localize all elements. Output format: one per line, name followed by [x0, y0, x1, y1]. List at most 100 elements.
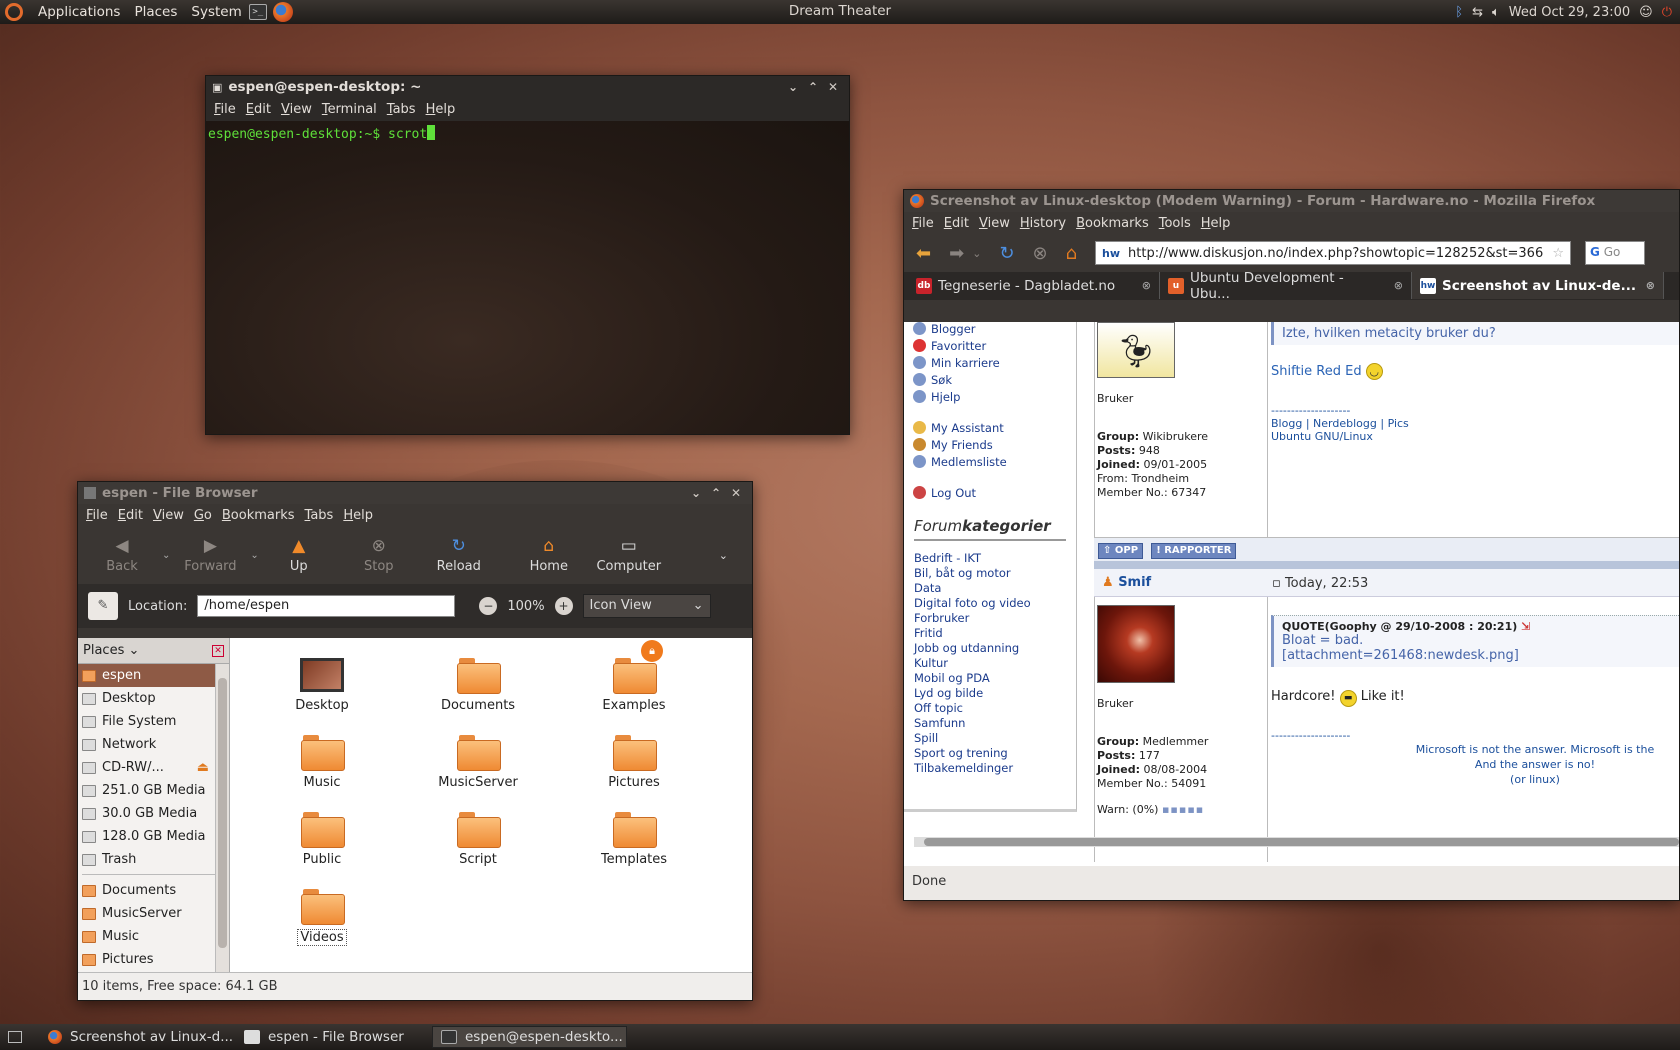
menu-edit[interactable]: Edit — [113, 508, 148, 523]
report-button[interactable]: ! RAPPORTER — [1151, 543, 1237, 559]
link-log-out[interactable]: Log Out — [904, 484, 1076, 501]
sig-link-pics[interactable]: Pics — [1388, 417, 1409, 430]
link-medlemsliste[interactable]: Medlemsliste — [904, 453, 1076, 470]
places-menu[interactable]: Places — [127, 4, 184, 20]
back-button[interactable]: ◀ Back — [82, 536, 162, 574]
firefox-launcher-icon[interactable] — [272, 2, 293, 22]
bookmark-music[interactable]: Music — [78, 925, 229, 948]
system-menu[interactable]: System — [184, 4, 248, 20]
sidebar-item-espen[interactable]: espen — [78, 664, 229, 687]
sig-link-blogg[interactable]: Blogg — [1271, 417, 1302, 430]
up-button[interactable]: ▲ Up — [259, 536, 339, 574]
close-tab-icon[interactable]: ⊗ — [1394, 279, 1403, 292]
close-sidebar-icon[interactable]: ✕ — [212, 644, 224, 657]
menu-help[interactable]: Help — [338, 508, 378, 523]
menu-view[interactable]: View — [276, 102, 317, 117]
menu-bookmarks[interactable]: Bookmarks — [1071, 216, 1154, 231]
menu-go[interactable]: Go — [189, 508, 217, 523]
bookmark-pictures[interactable]: Pictures — [78, 948, 229, 971]
bookmark-musicserver[interactable]: MusicServer — [78, 902, 229, 925]
link-sok[interactable]: Søk — [904, 371, 1076, 388]
category-link[interactable]: Tilbakemeldinger — [904, 761, 1076, 776]
category-link[interactable]: Sport og trening — [904, 746, 1076, 761]
file-item-script[interactable]: Script — [400, 812, 556, 889]
close-icon[interactable]: ✕ — [823, 80, 843, 94]
file-item-examples[interactable]: 🔒︎ Examples — [556, 640, 712, 735]
file-item-desktop[interactable]: Desktop — [244, 658, 400, 735]
reload-button[interactable]: ↻ Reload — [419, 536, 499, 574]
post2-author[interactable]: ♟︎ Smif — [1102, 575, 1151, 590]
sidebar-item-cdrw[interactable]: CD-RW/... ⏏ — [78, 756, 229, 779]
forward-arrow-icon[interactable]: ➡ — [949, 243, 964, 264]
home-button[interactable]: ⌂ Home — [509, 536, 589, 574]
link-favoritter[interactable]: Favoritter — [904, 337, 1076, 354]
stop-button[interactable]: ⊗ Stop — [339, 536, 419, 574]
computer-button[interactable]: ▭ Computer — [589, 536, 669, 574]
category-link[interactable]: Digital foto og video — [904, 596, 1076, 611]
stop-icon[interactable]: ⊗ — [1033, 243, 1048, 264]
home-icon[interactable]: ⌂ — [1066, 243, 1077, 264]
back-arrow-icon[interactable]: ⬅ — [916, 243, 931, 264]
bookmark-star-icon[interactable]: ☆ — [1552, 246, 1564, 261]
close-icon[interactable]: ✕ — [726, 486, 746, 500]
close-tab-icon[interactable]: ⊗ — [1142, 279, 1151, 292]
sig-link-nerdeblogg[interactable]: Nerdeblogg — [1313, 417, 1377, 430]
file-item-pictures[interactable]: Pictures — [556, 735, 712, 812]
menu-edit[interactable]: Edit — [241, 102, 276, 117]
bookmark-documents[interactable]: Documents — [78, 879, 229, 902]
forward-button[interactable]: ▶ Forward — [170, 536, 250, 574]
category-link[interactable]: Jobb og utdanning — [904, 641, 1076, 656]
file-item-videos[interactable]: Videos — [244, 889, 400, 966]
category-link[interactable]: Data — [904, 581, 1076, 596]
ubuntu-logo-icon[interactable] — [5, 3, 23, 21]
taskbar-terminal[interactable]: espen@espen-deskto... — [432, 1026, 627, 1048]
link-my-assistant[interactable]: My Assistant — [904, 419, 1076, 436]
category-link[interactable]: Lyd og bilde — [904, 686, 1076, 701]
menu-edit[interactable]: Edit — [939, 216, 974, 231]
user-switcher-icon[interactable]: ☺ — [1639, 5, 1653, 20]
file-item-public[interactable]: Public — [244, 812, 400, 889]
tab-dagbladet[interactable]: db Tegneserie - Dagbladet.no ⊗ — [908, 272, 1160, 299]
top-button[interactable]: ⇧ OPP — [1098, 543, 1144, 559]
menu-file[interactable]: File — [907, 216, 939, 231]
menu-history[interactable]: History — [1015, 216, 1071, 231]
zoom-out-icon[interactable]: − — [479, 597, 498, 615]
menu-terminal[interactable]: Terminal — [317, 102, 382, 117]
show-desktop-icon[interactable] — [8, 1031, 22, 1043]
clock[interactable]: Wed Oct 29, 23:00 — [1509, 5, 1630, 20]
taskbar-firefox[interactable]: Screenshot av Linux-d... — [40, 1026, 235, 1048]
category-link[interactable]: Kultur — [904, 656, 1076, 671]
search-input[interactable]: G Go — [1585, 241, 1646, 265]
category-link[interactable]: Samfunn — [904, 716, 1076, 731]
taskbar-file-browser[interactable]: espen - File Browser — [236, 1026, 431, 1048]
menu-file[interactable]: File — [209, 102, 241, 117]
category-link[interactable]: Bedrift - IKT — [904, 551, 1076, 566]
sidebar-item-media-251[interactable]: 251.0 GB Media — [78, 779, 229, 802]
maximize-icon[interactable]: ⌃ — [803, 80, 823, 94]
tab-screenshot[interactable]: hw Screenshot av Linux-de... ⊗ — [1412, 272, 1664, 299]
sidebar-item-desktop[interactable]: Desktop — [78, 687, 229, 710]
file-item-music[interactable]: Music — [244, 735, 400, 812]
quote-link-icon[interactable]: ⇲ — [1521, 620, 1530, 633]
location-input[interactable]: /home/espen — [197, 595, 456, 617]
file-item-musicserver[interactable]: MusicServer — [400, 735, 556, 812]
menu-view[interactable]: View — [974, 216, 1015, 231]
close-tab-icon[interactable]: ⊗ — [1646, 279, 1655, 292]
eject-icon[interactable]: ⏏ — [197, 760, 209, 775]
menu-help[interactable]: Help — [421, 102, 461, 117]
network-icon[interactable]: ⇆ — [1472, 5, 1483, 20]
menu-help[interactable]: Help — [1196, 216, 1236, 231]
bluetooth-icon[interactable]: ᛒ — [1455, 5, 1463, 20]
forward-history-chevron-icon[interactable]: ⌄ — [250, 550, 258, 561]
horizontal-scrollbar[interactable] — [914, 837, 1679, 847]
sidebar-item-network[interactable]: Network — [78, 733, 229, 756]
category-link[interactable]: Spill — [904, 731, 1076, 746]
view-mode-select[interactable]: Icon View ⌄ — [582, 594, 711, 618]
category-link[interactable]: Fritid — [904, 626, 1076, 641]
sidebar-item-trash[interactable]: Trash — [78, 848, 229, 871]
power-icon[interactable]: ⏻ — [1662, 5, 1672, 20]
sig-link-ubuntu[interactable]: Ubuntu GNU/Linux — [1271, 430, 1679, 443]
sidebar-item-file-system[interactable]: File System — [78, 710, 229, 733]
tab-ubuntu-development[interactable]: u Ubuntu Development - Ubu... ⊗ — [1160, 270, 1412, 302]
zoom-in-icon[interactable]: + — [554, 597, 573, 615]
